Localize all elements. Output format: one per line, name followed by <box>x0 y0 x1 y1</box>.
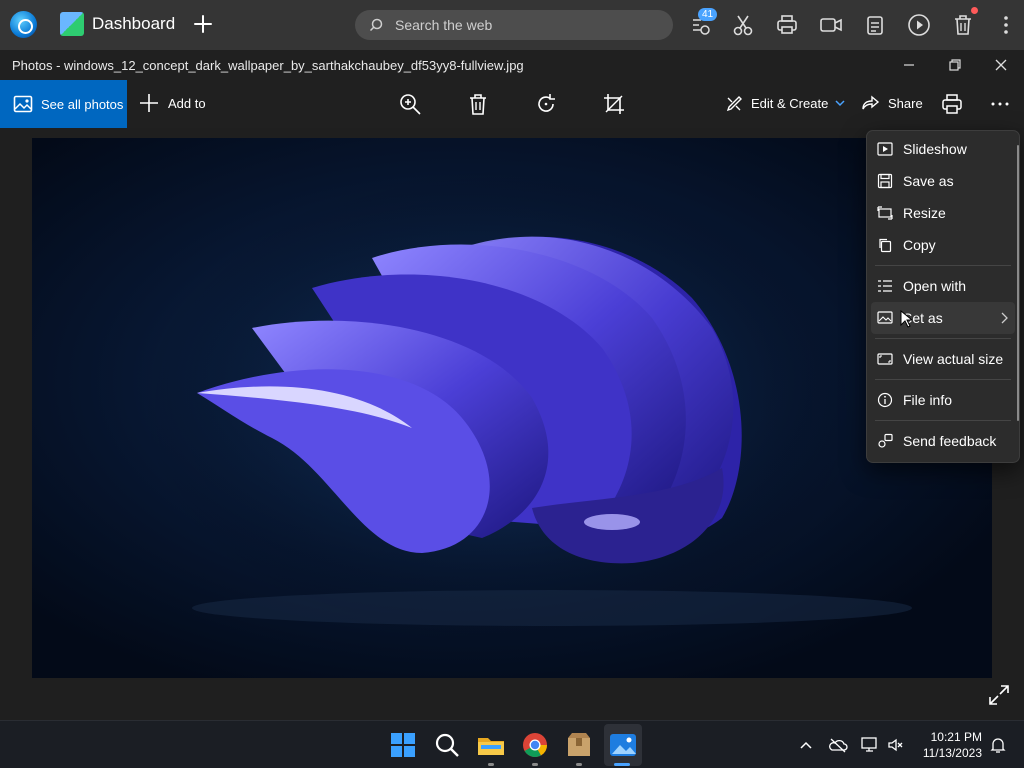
taskbar-search-icon[interactable] <box>432 730 462 760</box>
search-icon <box>369 18 383 32</box>
close-icon[interactable] <box>992 56 1010 74</box>
running-indicator <box>488 763 494 766</box>
set-as-icon <box>877 310 893 326</box>
edit-icon <box>726 94 744 112</box>
fullscreen-expand-icon[interactable] <box>988 684 1010 706</box>
menu-item-label: Save as <box>903 173 954 189</box>
menu-separator <box>875 420 1011 421</box>
edit-create-label: Edit & Create <box>751 95 829 111</box>
display-icon[interactable] <box>860 735 880 755</box>
menu-item-copy[interactable]: Copy <box>867 229 1017 261</box>
edit-create-button[interactable]: Edit & Create <box>726 94 845 112</box>
scissors-icon[interactable] <box>730 12 756 38</box>
menu-item-view-actual-size[interactable]: View actual size <box>867 343 1017 375</box>
delete-icon[interactable] <box>466 92 490 116</box>
menu-item-label: View actual size <box>903 351 1004 367</box>
file-explorer-icon[interactable] <box>476 730 506 760</box>
dashboard-icon <box>60 12 84 36</box>
system-clock[interactable]: 10:21 PM 11/13/2023 <box>916 729 982 761</box>
menu-item-send-feedback[interactable]: Send feedback <box>867 425 1017 457</box>
windows-start-icon[interactable] <box>388 730 418 760</box>
slideshow-icon <box>877 141 893 157</box>
info-icon <box>877 392 893 408</box>
chrome-icon[interactable] <box>520 730 550 760</box>
chevron-down-icon <box>835 98 845 108</box>
chevron-right-icon <box>999 311 1009 325</box>
more-horizontal-icon[interactable] <box>988 92 1012 116</box>
trash-icon[interactable] <box>950 12 976 38</box>
clipboard-icon[interactable] <box>862 12 888 38</box>
save-icon <box>877 173 893 189</box>
menu-separator <box>875 338 1011 339</box>
menu-item-file-info[interactable]: File info <box>867 384 1017 416</box>
wallpaper-photo[interactable] <box>32 138 992 678</box>
minimize-icon[interactable] <box>900 56 918 74</box>
running-indicator <box>532 763 538 766</box>
abstract-bloom-image <box>142 168 912 648</box>
gallery-icon <box>13 94 33 114</box>
rotate-icon[interactable] <box>534 92 558 116</box>
menu-item-label: Open with <box>903 278 967 294</box>
extensions-badge: 41 <box>698 8 718 21</box>
new-tab-plus-icon[interactable] <box>192 11 214 37</box>
menu-item-set-as[interactable]: Set as <box>871 302 1015 334</box>
tab-title: Dashboard <box>92 14 176 33</box>
photos-app-icon[interactable] <box>608 730 638 760</box>
browser-logo-icon[interactable] <box>10 11 37 38</box>
menu-separator <box>875 265 1011 266</box>
clock-date: 11/13/2023 <box>922 746 982 760</box>
windows-taskbar: 10:21 PM 11/13/2023 <box>0 720 1024 768</box>
plus-icon <box>138 92 160 114</box>
window-titlebar: Photos - windows_12_concept_dark_wallpap… <box>0 50 1024 80</box>
restore-icon[interactable] <box>946 56 964 74</box>
menu-item-label: Copy <box>903 237 936 253</box>
mouse-cursor-icon <box>900 310 912 328</box>
package-icon[interactable] <box>564 730 594 760</box>
menu-item-resize[interactable]: Resize <box>867 197 1017 229</box>
crop-icon[interactable] <box>602 92 626 116</box>
more-vertical-icon[interactable] <box>996 12 1016 38</box>
actual-size-icon <box>877 351 893 367</box>
see-all-label: See all photos <box>41 96 124 112</box>
notifications-icon[interactable] <box>988 735 1008 755</box>
browser-bar: Dashboard Search the web 41 <box>0 0 1024 50</box>
add-to-button[interactable]: Add to <box>138 92 206 114</box>
active-indicator <box>614 763 630 766</box>
clock-time: 10:21 PM <box>930 730 982 744</box>
menu-item-open-with[interactable]: Open with <box>867 270 1017 302</box>
menu-item-save-as[interactable]: Save as <box>867 165 1017 197</box>
web-search-bar[interactable]: Search the web <box>355 10 673 40</box>
video-icon[interactable] <box>818 12 844 38</box>
menu-scrollbar[interactable] <box>1017 145 1019 421</box>
tab-dashboard[interactable]: Dashboard <box>60 12 175 36</box>
see-all-photos-button[interactable]: See all photos <box>0 80 127 128</box>
share-icon <box>862 94 880 112</box>
open-with-icon <box>877 278 893 294</box>
share-button[interactable]: Share <box>862 94 923 112</box>
running-indicator <box>576 763 582 766</box>
menu-item-label: Slideshow <box>903 141 967 157</box>
onedrive-icon[interactable] <box>828 735 848 755</box>
chevron-up-icon[interactable] <box>796 735 816 755</box>
feedback-icon <box>877 433 893 449</box>
more-options-menu: Slideshow Save as Resize Copy Open with … <box>866 130 1020 463</box>
copy-icon <box>877 237 893 253</box>
zoom-icon[interactable] <box>398 92 422 116</box>
window-title: Photos - windows_12_concept_dark_wallpap… <box>12 58 524 73</box>
search-placeholder: Search the web <box>395 17 493 33</box>
menu-item-label: Send feedback <box>903 433 997 449</box>
play-icon[interactable] <box>906 12 932 38</box>
menu-separator <box>875 379 1011 380</box>
share-label: Share <box>888 95 923 111</box>
notification-dot <box>971 7 978 14</box>
menu-item-label: File info <box>903 392 953 408</box>
menu-item-label: Resize <box>903 205 946 221</box>
print-photo-icon[interactable] <box>940 92 964 116</box>
menu-item-slideshow[interactable]: Slideshow <box>867 133 1017 165</box>
volume-muted-icon[interactable] <box>886 735 906 755</box>
add-to-label: Add to <box>168 95 206 111</box>
resize-icon <box>877 205 893 221</box>
print-icon[interactable] <box>774 12 800 38</box>
photos-toolbar: See all photos Add to Edit & Create Shar… <box>0 80 1024 128</box>
